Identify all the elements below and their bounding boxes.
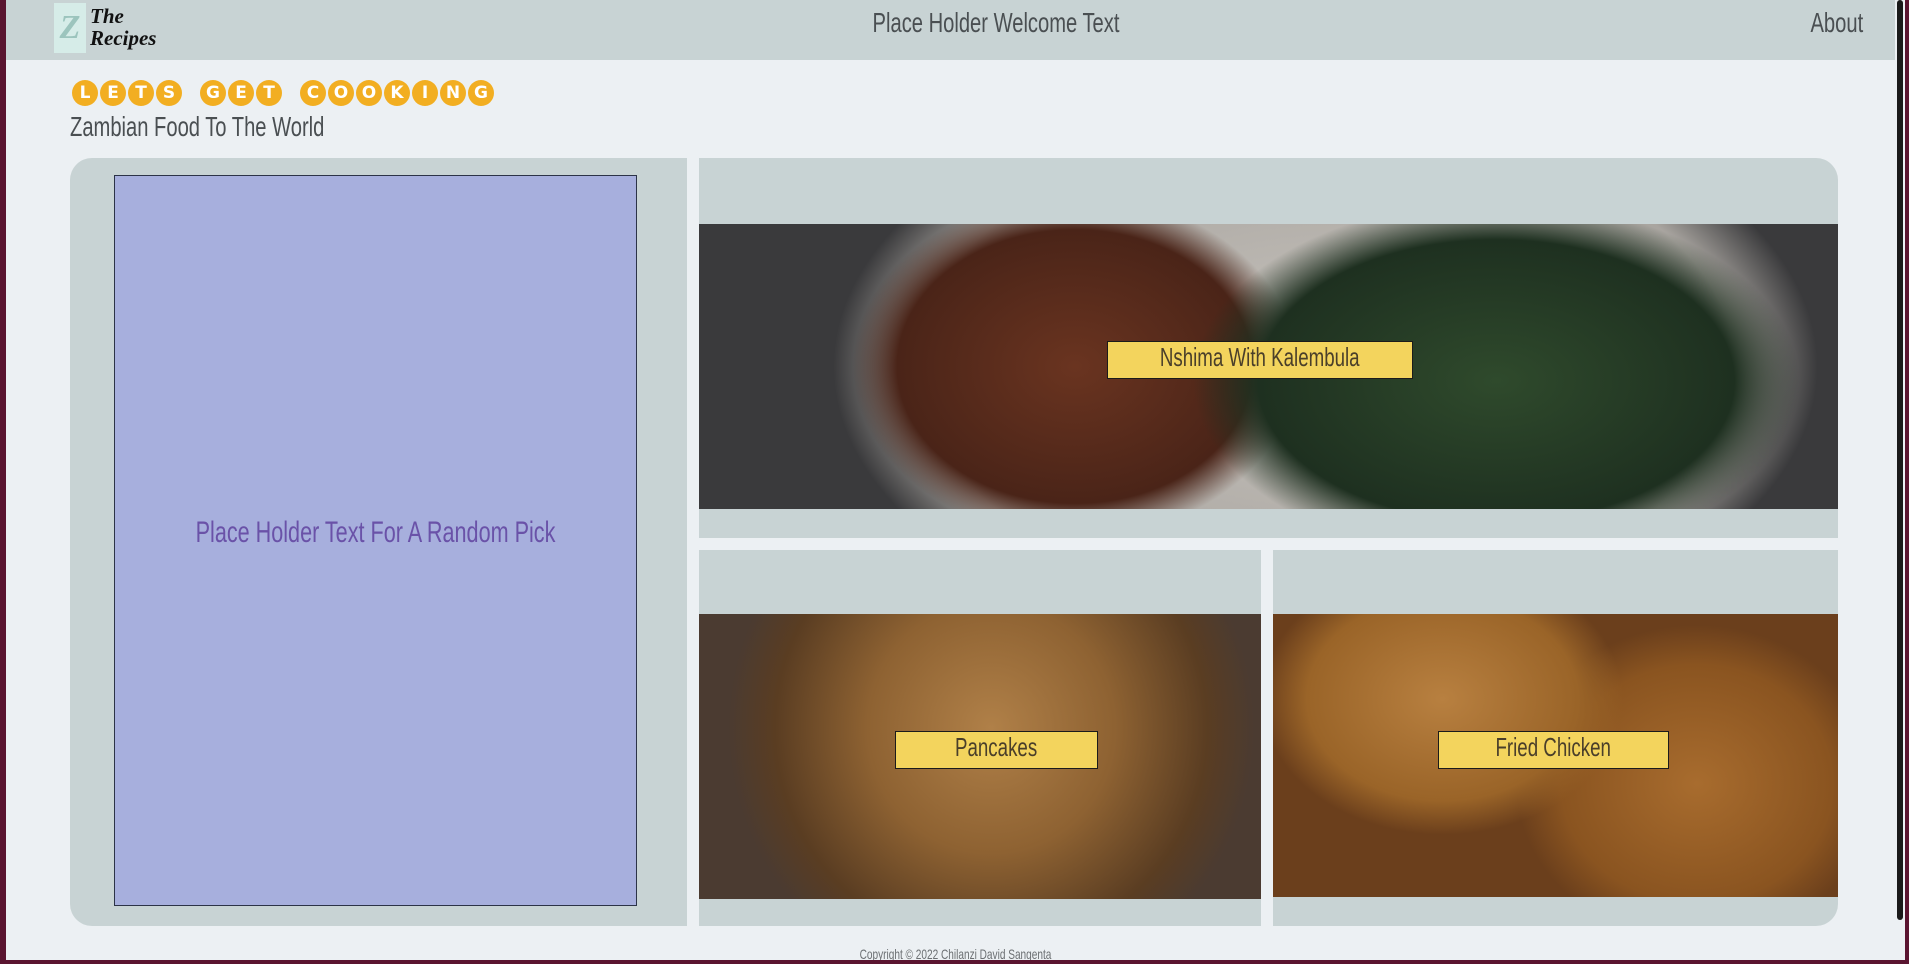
- hero-title-letter: O: [356, 80, 382, 106]
- hero-title-letter: E: [228, 80, 254, 106]
- recipe-label-text: Pancakes: [955, 732, 1038, 762]
- hero-title-space: [184, 80, 198, 106]
- hero-title-letter: L: [72, 80, 98, 106]
- recipe-label-nshima[interactable]: Nshima With Kalembula: [1107, 341, 1413, 379]
- hero-title-letter: E: [100, 80, 126, 106]
- hero-title-letter: T: [256, 80, 282, 106]
- hero-title-letter: N: [440, 80, 466, 106]
- hero-title-letter: S: [156, 80, 182, 106]
- hero-subtitle: Zambian Food To The World: [70, 111, 325, 142]
- logo-line-2: Recipes: [90, 26, 157, 50]
- logo-mark-icon: Z: [54, 3, 86, 53]
- hero-title-space: [284, 80, 298, 106]
- logo-line-1: The: [90, 4, 124, 28]
- scrollbar[interactable]: [1895, 0, 1905, 960]
- recipe-label-text: Fried Chicken: [1495, 732, 1612, 762]
- panel-divider: [699, 538, 1838, 550]
- recipe-label-fried-chicken[interactable]: Fried Chicken: [1438, 731, 1669, 769]
- hero-title-letter: C: [300, 80, 326, 106]
- hero-title-letter: I: [412, 80, 438, 106]
- random-pick-card[interactable]: Place Holder Text For A Random Pick: [114, 175, 637, 906]
- hero-title-letter: O: [328, 80, 354, 106]
- scrollbar-thumb[interactable]: [1897, 0, 1903, 920]
- recipe-label-pancakes[interactable]: Pancakes: [895, 731, 1098, 769]
- welcome-text: Place Holder Welcome Text: [872, 7, 1120, 38]
- footer-copyright: Copyright © 2022 Chilanzi David Sangenta: [859, 946, 1052, 960]
- logo-text: The Recipes: [90, 5, 180, 49]
- panel-divider: [687, 158, 699, 926]
- hero-title-letter: G: [468, 80, 494, 106]
- page-frame: Z The Recipes Place Holder Welcome Text …: [6, 0, 1905, 960]
- site-logo[interactable]: Z The Recipes: [54, 3, 174, 53]
- random-pick-text: Place Holder Text For A Random Pick: [195, 516, 556, 549]
- hero-title-letter: T: [128, 80, 154, 106]
- hero-title: LETSGETCOOKING: [72, 80, 494, 110]
- about-link[interactable]: About: [1810, 6, 1863, 40]
- top-navbar: Z The Recipes Place Holder Welcome Text …: [6, 0, 1905, 60]
- panel-divider: [1261, 550, 1273, 926]
- hero-title-letter: G: [200, 80, 226, 106]
- recipe-label-text: Nshima With Kalembula: [1160, 342, 1360, 372]
- hero-title-letter: K: [384, 80, 410, 106]
- recipes-panel: Place Holder Text For A Random Pick Nshi…: [70, 158, 1838, 926]
